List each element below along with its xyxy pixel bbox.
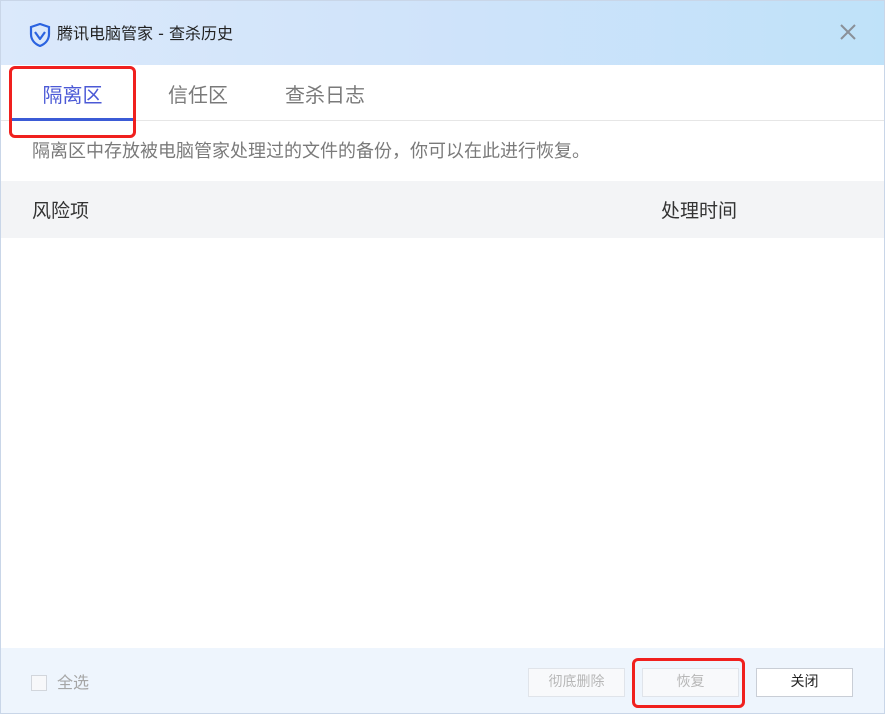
tab-scan-log[interactable]: 查杀日志 [267, 65, 383, 121]
quarantine-history-window: 腾讯电脑管家 - 查杀历史 隔离区 信任区 查杀日志 隔离区中存放被电脑管家处理… [0, 0, 885, 714]
quarantine-list[interactable] [1, 238, 884, 648]
permanent-delete-button[interactable]: 彻底删除 [528, 668, 625, 697]
shield-logo-icon [29, 23, 51, 47]
column-header-risk-item[interactable]: 风险项 [32, 199, 89, 223]
highlight-box-tab [9, 66, 136, 138]
column-header-process-time[interactable]: 处理时间 [661, 199, 737, 223]
table-header: 风险项 处理时间 [1, 181, 884, 238]
close-button[interactable]: 关闭 [756, 668, 853, 697]
close-icon[interactable] [835, 19, 861, 45]
window-title: 腾讯电脑管家 - 查杀历史 [57, 24, 233, 43]
tab-trusted[interactable]: 信任区 [151, 65, 245, 121]
quarantine-description: 隔离区中存放被电脑管家处理过的文件的备份，你可以在此进行恢复。 [32, 141, 590, 162]
select-all-label[interactable]: 全选 [57, 672, 89, 694]
select-all-checkbox[interactable] [31, 675, 47, 691]
footer-bar: 全选 彻底删除 恢复 关闭 [1, 648, 884, 713]
title-bar[interactable]: 腾讯电脑管家 - 查杀历史 [1, 1, 884, 65]
highlight-box-restore [632, 658, 745, 708]
